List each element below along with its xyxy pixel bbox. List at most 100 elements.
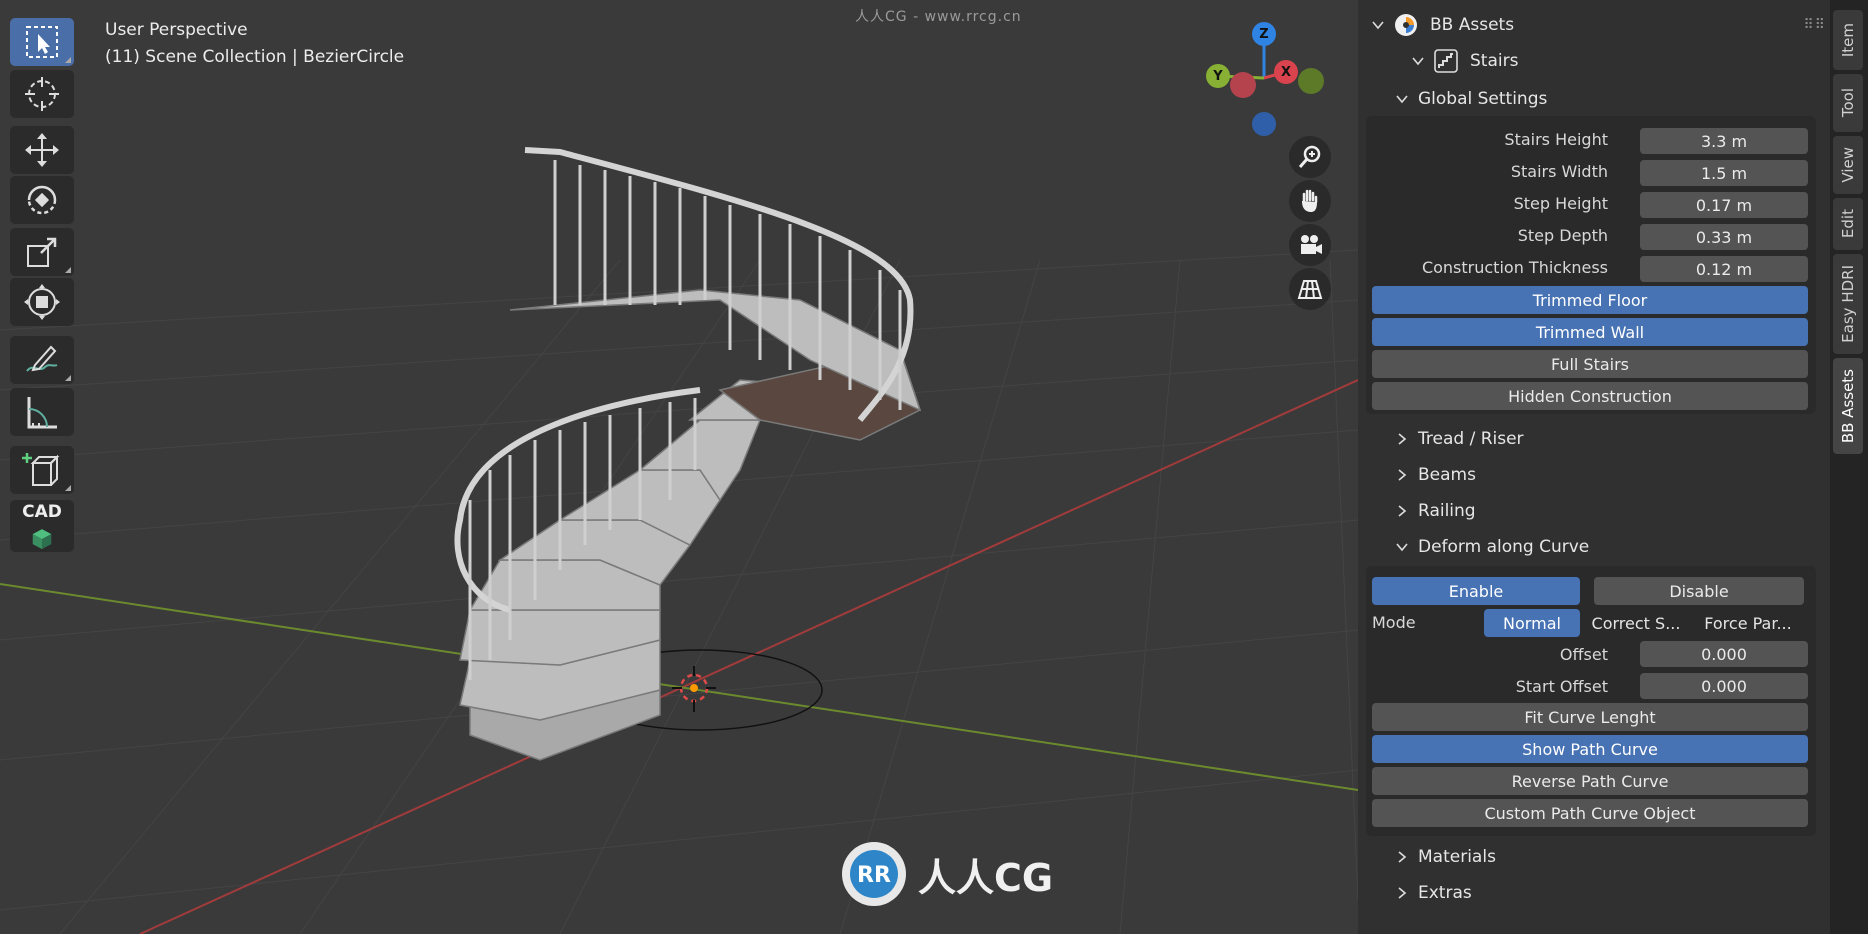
chevron-down-icon — [1396, 543, 1408, 552]
fit-curve-length-button[interactable]: Fit Curve Lenght — [1372, 703, 1808, 731]
add-cube-tool[interactable] — [10, 446, 74, 494]
step-depth-field[interactable]: 0.33 m — [1640, 224, 1808, 250]
hidden-construction-toggle[interactable]: Hidden Construction — [1372, 382, 1808, 410]
mode-correct-option[interactable]: Correct S... — [1584, 609, 1688, 637]
annotate-pencil-icon — [26, 345, 58, 372]
tab-tool-label: Tool — [1839, 88, 1857, 118]
chevron-right-icon — [1398, 851, 1407, 863]
chevron-down-icon — [1396, 95, 1408, 104]
global-settings-title: Global Settings — [1418, 89, 1548, 109]
tab-easy-hdri[interactable]: Easy HDRI — [1833, 254, 1863, 354]
bb-assets-logo-icon — [1395, 14, 1417, 36]
offset-field[interactable]: 0.000 — [1640, 641, 1808, 667]
deform-along-curve-title: Deform along Curve — [1418, 537, 1590, 557]
full-stairs-toggle[interactable]: Full Stairs — [1372, 350, 1808, 378]
gizmo-y-axis[interactable]: Y — [1206, 64, 1230, 88]
rotate-tool[interactable] — [10, 176, 74, 224]
enable-button[interactable]: Enable — [1372, 577, 1580, 605]
offset-label: Offset — [1559, 645, 1608, 664]
add-cube-icon — [22, 453, 60, 486]
watermark-logo: RR 人人CG — [838, 838, 1053, 910]
chevron-right-icon — [1398, 505, 1407, 517]
railing-title: Railing — [1418, 501, 1476, 521]
rotate-icon — [27, 185, 57, 215]
select-box-tool[interactable] — [10, 18, 74, 66]
stairs-header[interactable]: Stairs — [1412, 44, 1868, 78]
hand-icon — [1302, 189, 1318, 212]
stairs-icon — [1434, 49, 1458, 73]
transform-tool[interactable] — [10, 278, 74, 326]
svg-text:RR: RR — [857, 863, 891, 888]
extras-title: Extras — [1418, 883, 1472, 903]
mode-label: Mode — [1372, 613, 1416, 632]
beams-header[interactable]: Beams — [1396, 458, 1858, 492]
viewport-active-object: (11) Scene Collection | BezierCircle — [105, 47, 405, 67]
annotate-tool[interactable] — [10, 336, 74, 384]
global-settings-header[interactable]: Global Settings — [1396, 82, 1858, 116]
gizmo-neg-y-axis[interactable] — [1298, 68, 1324, 94]
zoom-button[interactable] — [1289, 136, 1331, 178]
stairs-height-field[interactable]: 3.3 m — [1640, 128, 1808, 154]
watermark-logo-text: 人人CG — [918, 855, 1054, 900]
beams-title: Beams — [1418, 465, 1476, 485]
navigation-gizmo[interactable]: Z Y X — [1198, 20, 1338, 140]
measure-tool[interactable] — [10, 388, 74, 436]
cursor-icon — [25, 77, 59, 111]
gizmo-neg-x-axis[interactable] — [1230, 72, 1256, 98]
tab-easy-hdri-label: Easy HDRI — [1839, 265, 1857, 343]
mode-normal-option[interactable]: Normal — [1484, 609, 1580, 637]
step-depth-label: Step Depth — [1517, 226, 1608, 245]
extras-header[interactable]: Extras — [1396, 876, 1858, 910]
stairs-width-field[interactable]: 1.5 m — [1640, 160, 1808, 186]
start-offset-field[interactable]: 0.000 — [1640, 673, 1808, 699]
custom-path-curve-object-button[interactable]: Custom Path Curve Object — [1372, 799, 1808, 827]
step-height-label: Step Height — [1513, 194, 1608, 213]
rrcg-logo-icon: RR — [842, 842, 906, 906]
tab-edit[interactable]: Edit — [1833, 198, 1863, 250]
measure-ruler-icon — [27, 397, 57, 429]
tab-tool[interactable]: Tool — [1833, 74, 1863, 132]
tab-bb-assets-label: BB Assets — [1839, 368, 1857, 444]
move-icon — [25, 133, 59, 167]
cad-tool[interactable]: CAD — [10, 500, 74, 552]
camera-view-button[interactable] — [1289, 224, 1331, 266]
tread-riser-header[interactable]: Tread / Riser — [1396, 422, 1858, 456]
trimmed-floor-toggle[interactable]: Trimmed Floor — [1372, 286, 1808, 314]
gizmo-x-axis[interactable]: X — [1274, 60, 1298, 84]
move-tool[interactable] — [10, 126, 74, 174]
stairs-height-label: Stairs Height — [1504, 130, 1608, 149]
railing-header[interactable]: Railing — [1396, 494, 1858, 528]
step-height-field[interactable]: 0.17 m — [1640, 192, 1808, 218]
viewport-view-name: User Perspective — [105, 20, 248, 40]
tab-view-label: View — [1839, 147, 1857, 183]
gizmo-z-axis[interactable]: Z — [1252, 22, 1276, 46]
tab-bb-assets[interactable]: BB Assets — [1833, 358, 1863, 454]
deform-along-curve-header[interactable]: Deform along Curve — [1396, 530, 1858, 564]
construction-thickness-label: Construction Thickness — [1421, 258, 1608, 277]
scale-tool[interactable] — [10, 228, 74, 276]
tab-view[interactable]: View — [1833, 136, 1863, 194]
3d-viewport[interactable]: User Perspective (11) Scene Collection |… — [0, 0, 1358, 934]
chevron-down-icon — [1412, 57, 1424, 66]
chevron-right-icon — [1398, 887, 1407, 899]
bb-assets-header[interactable]: BB Assets ⠿⠿ — [1372, 8, 1834, 42]
chevron-right-icon — [1398, 433, 1407, 445]
reverse-path-curve-button[interactable]: Reverse Path Curve — [1372, 767, 1808, 795]
toggle-projection-button[interactable] — [1289, 268, 1331, 310]
disable-button[interactable]: Disable — [1594, 577, 1804, 605]
tab-edit-label: Edit — [1839, 209, 1857, 239]
trimmed-wall-toggle[interactable]: Trimmed Wall — [1372, 318, 1808, 346]
tab-item[interactable]: Item — [1833, 10, 1863, 70]
materials-header[interactable]: Materials — [1396, 840, 1858, 874]
show-path-curve-toggle[interactable]: Show Path Curve — [1372, 735, 1808, 763]
mode-force-option[interactable]: Force Par... — [1690, 609, 1806, 637]
chevron-right-icon — [1398, 469, 1407, 481]
drag-handle-icon[interactable]: ⠿⠿ — [1803, 17, 1826, 33]
gizmo-neg-z-axis[interactable] — [1252, 112, 1276, 136]
cad-label: CAD — [22, 502, 62, 522]
construction-thickness-field[interactable]: 0.12 m — [1640, 256, 1808, 282]
stairs-width-label: Stairs Width — [1510, 162, 1608, 181]
cursor-tool[interactable] — [10, 70, 74, 118]
pan-button[interactable] — [1289, 180, 1331, 222]
zoom-icon — [1298, 145, 1321, 168]
